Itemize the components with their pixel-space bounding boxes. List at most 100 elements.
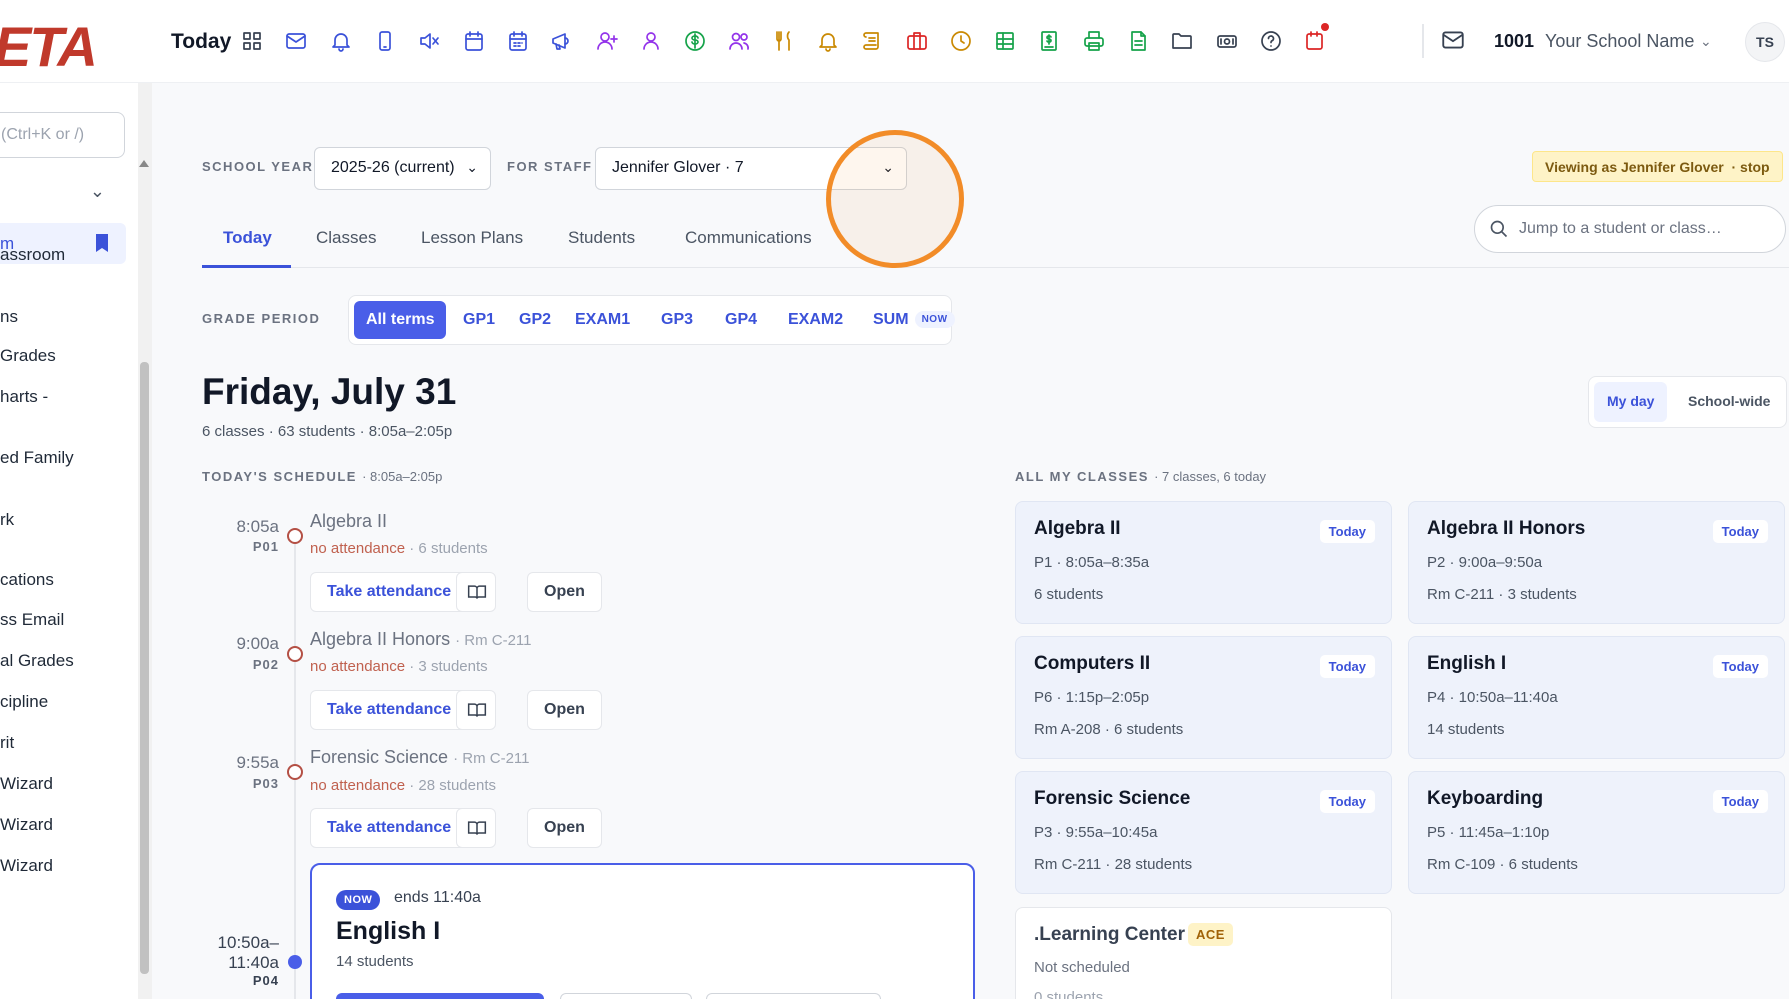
current-class-students: 14 students — [336, 953, 414, 970]
open-class-button[interactable]: Open — [527, 572, 602, 612]
grade-period-exam2[interactable]: EXAM2 — [776, 301, 855, 339]
schedule-meta: no attendance · 6 students — [310, 540, 488, 557]
grade-period-selector: All terms GP1 GP2 EXAM1 GP3 GP4 EXAM2 SU… — [348, 295, 955, 345]
grade-period-gp2[interactable]: GP2 — [507, 301, 563, 339]
take-attendance-button[interactable]: Take attendance — [310, 808, 469, 848]
mute-icon[interactable] — [407, 24, 451, 58]
class-card-name: .Learning Center — [1034, 924, 1185, 945]
grade-period-gp1[interactable]: GP1 — [451, 301, 507, 339]
sidebar-scroll-thumb[interactable] — [140, 362, 149, 974]
folder-icon[interactable] — [1160, 24, 1204, 58]
school-name[interactable]: Your School Name — [1545, 31, 1694, 52]
grade-period-gp4[interactable]: GP4 — [713, 301, 769, 339]
notes-icon[interactable] — [1293, 23, 1337, 58]
take-attendance-button[interactable]: Take attendance — [310, 572, 469, 612]
sidebar-item[interactable]: harts - — [0, 387, 48, 407]
tab-classes[interactable]: Classes — [316, 216, 376, 268]
sidebar-item[interactable]: assroom — [0, 245, 65, 265]
alert-bell-icon[interactable] — [806, 24, 850, 58]
sidebar-menu-select[interactable]: ⌄ — [0, 173, 125, 213]
users-icon[interactable] — [717, 24, 761, 58]
add-user-icon[interactable] — [584, 24, 628, 58]
tab-communications[interactable]: Communications — [685, 216, 812, 268]
megaphone-icon[interactable] — [540, 24, 584, 58]
dollar-circle-icon[interactable] — [673, 24, 717, 58]
briefcase-icon[interactable] — [894, 24, 938, 58]
schedule-time: 9:00a — [236, 634, 279, 653]
printer-icon[interactable] — [1072, 24, 1116, 58]
sidebar-item[interactable]: Wizard — [0, 856, 53, 876]
mail-icon[interactable] — [274, 24, 318, 58]
ace-badge: ACE — [1188, 923, 1233, 946]
messages-icon[interactable] — [1440, 27, 1466, 58]
document-icon[interactable] — [1116, 24, 1160, 58]
sidebar-item[interactable]: ss Email — [0, 610, 64, 630]
sidebar-item[interactable]: rit — [0, 733, 14, 753]
my-day-toggle[interactable]: My day — [1594, 382, 1668, 422]
lesson-plan-button[interactable] — [456, 808, 496, 848]
clock-icon[interactable] — [939, 24, 983, 58]
class-card-name: Algebra II — [1034, 518, 1121, 539]
scroll-up-arrow[interactable] — [139, 160, 149, 167]
secondary-action-button[interactable] — [706, 993, 881, 999]
phone-icon[interactable] — [363, 24, 407, 58]
primary-action-button[interactable] — [336, 993, 544, 999]
sidebar-item[interactable]: al Grades — [0, 651, 74, 671]
sidebar-item[interactable]: ns — [0, 307, 18, 327]
scroll-icon[interactable] — [850, 24, 894, 58]
sidebar-item[interactable]: ed Family — [0, 448, 74, 468]
school-wide-toggle[interactable]: School-wide — [1675, 382, 1783, 422]
class-card-details: 14 students — [1427, 721, 1505, 738]
sidebar-item[interactable]: Wizard — [0, 774, 53, 794]
class-card[interactable]: Forensic Science Today P3 · 9:55a–10:45a… — [1015, 771, 1392, 894]
bookmark-icon[interactable] — [94, 233, 110, 258]
secondary-action-button[interactable] — [560, 993, 692, 999]
lesson-plan-button[interactable] — [456, 690, 496, 730]
utensils-icon[interactable] — [762, 24, 806, 58]
jump-search-input[interactable]: Jump to a student or class… — [1474, 205, 1786, 253]
tab-today[interactable]: Today — [202, 216, 291, 268]
tab-students[interactable]: Students — [568, 216, 635, 268]
stop-viewing-link[interactable]: · stop — [1731, 159, 1769, 175]
class-card[interactable]: Computers II Today P6 · 1:15p–2:05p Rm A… — [1015, 636, 1392, 759]
take-attendance-button[interactable]: Take attendance — [310, 690, 469, 730]
sidebar-item[interactable]: Grades — [0, 346, 56, 366]
calendar-grid-icon[interactable] — [496, 24, 540, 58]
school-year-select[interactable]: 2025-26 (current) ⌄ — [314, 147, 491, 190]
grade-period-sum[interactable]: SUM NOW — [861, 301, 967, 339]
open-class-button[interactable]: Open — [527, 808, 602, 848]
grade-period-all-terms[interactable]: All terms — [354, 301, 447, 339]
class-card-details: Rm C-211 · 28 students — [1034, 856, 1193, 873]
cash-icon[interactable] — [1205, 24, 1249, 58]
school-id[interactable]: 1001 — [1494, 31, 1534, 52]
lesson-plan-button[interactable] — [456, 572, 496, 612]
class-card[interactable]: Keyboarding Today P5 · 11:45a–1:10p Rm C… — [1408, 771, 1785, 894]
class-card[interactable]: Algebra II Today P1 · 8:05a–8:35a 6 stud… — [1015, 501, 1392, 624]
sidebar-item[interactable]: cations — [0, 570, 54, 590]
grade-period-exam1[interactable]: EXAM1 — [563, 301, 642, 339]
grid-icon[interactable] — [230, 24, 274, 58]
logo[interactable]: ETA — [0, 14, 98, 79]
tab-lesson-plans[interactable]: Lesson Plans — [421, 216, 523, 268]
table-icon[interactable] — [983, 24, 1027, 58]
current-class-card[interactable]: NOW ends 11:40a English I 14 students — [310, 863, 975, 999]
sidebar-item[interactable]: cipline — [0, 692, 48, 712]
user-icon[interactable] — [629, 24, 673, 58]
class-card-unscheduled[interactable]: .Learning Center ACE Not scheduled 0 stu… — [1015, 907, 1392, 999]
calendar-icon[interactable] — [451, 24, 495, 58]
class-card[interactable]: English I Today P4 · 10:50a–11:40a 14 st… — [1408, 636, 1785, 759]
attendance-status: no attendance — [310, 658, 406, 675]
sidebar-item[interactable]: rk — [0, 510, 14, 530]
chevron-down-icon[interactable]: ⌄ — [1700, 33, 1712, 50]
invoice-icon[interactable] — [1027, 24, 1071, 58]
grade-period-gp3[interactable]: GP3 — [649, 301, 705, 339]
help-icon[interactable] — [1249, 24, 1293, 58]
student-count: · 6 students — [409, 540, 488, 557]
bell-icon[interactable] — [319, 24, 363, 58]
sidebar-item[interactable]: Wizard — [0, 815, 53, 835]
open-class-button[interactable]: Open — [527, 690, 602, 730]
class-card[interactable]: Algebra II Honors Today P2 · 9:00a–9:50a… — [1408, 501, 1785, 624]
today-link[interactable]: Today — [171, 30, 231, 54]
avatar[interactable]: TS — [1745, 22, 1785, 62]
sidebar-search-input[interactable]: (Ctrl+K or /) — [0, 112, 125, 158]
